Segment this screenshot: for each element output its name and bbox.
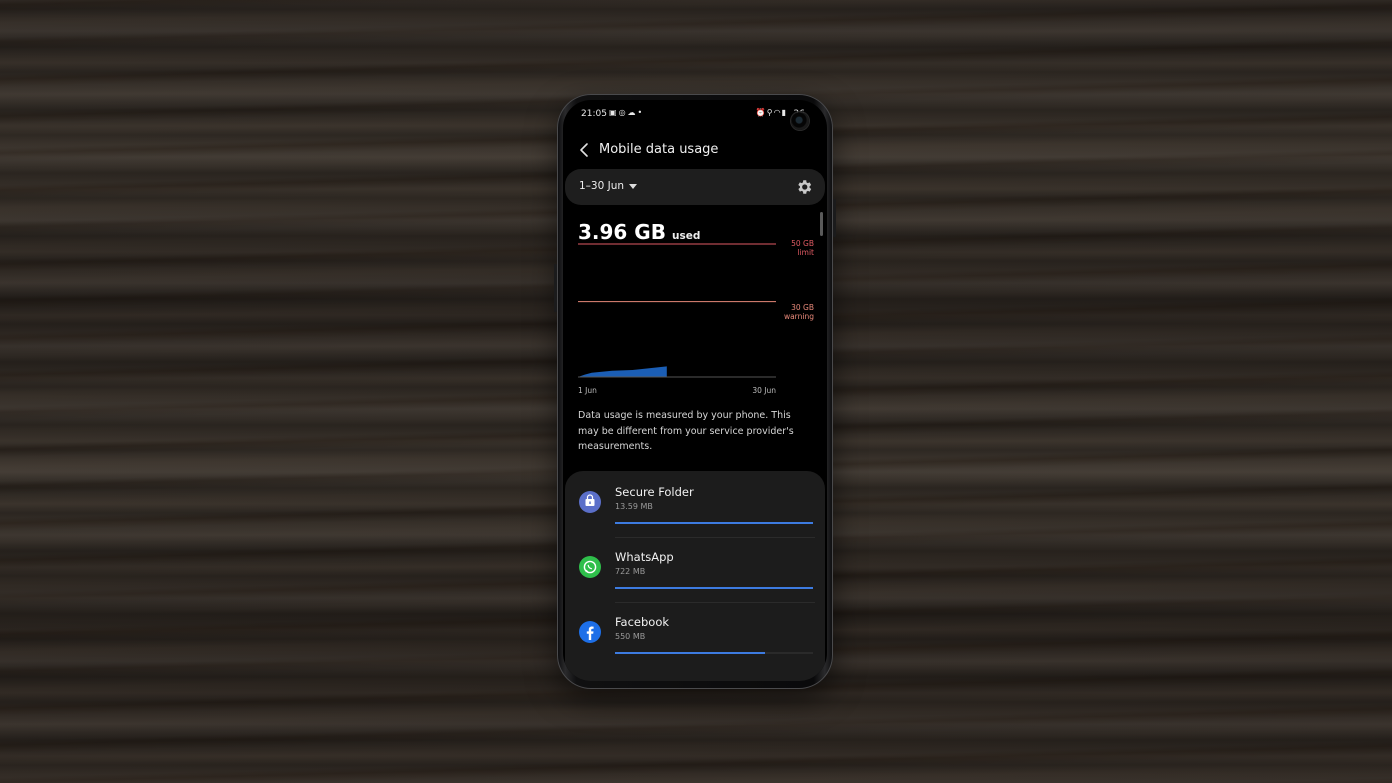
- usage-unit: used: [671, 230, 701, 242]
- dot-icon: •: [637, 108, 645, 117]
- scroll-indicator[interactable]: [820, 212, 823, 236]
- phone-device: 21:05 ▣◎☁• ⏰⚲◠▮ 26 Mobile data usage 1–3…: [554, 94, 836, 689]
- app-name: WhatsApp: [615, 550, 674, 564]
- app-row-facebook[interactable]: Facebook 550 MB: [565, 603, 825, 668]
- notification-icons: ▣◎☁•: [609, 108, 644, 117]
- usage-bar-fill: [615, 652, 766, 654]
- app-usage-list: Secure Folder 13.59 MB WhatsApp 722 MB F…: [565, 471, 825, 681]
- billing-cycle-label: 1–30 Jun: [579, 180, 625, 192]
- app-row-secure-folder[interactable]: Secure Folder 13.59 MB: [565, 473, 825, 538]
- usage-bar-track: [615, 652, 813, 654]
- system-icons: ⏰⚲◠▮: [756, 108, 787, 117]
- status-bar: 21:05 ▣◎☁• ⏰⚲◠▮ 26: [563, 100, 827, 126]
- volume-key: [554, 264, 557, 312]
- back-button[interactable]: [575, 140, 595, 160]
- limit-label-text: limit: [797, 248, 815, 257]
- app-name: Facebook: [615, 615, 670, 629]
- title-bar: Mobile data usage: [563, 136, 827, 164]
- usage-value: 3.96 GB: [578, 220, 666, 244]
- warning-label-text: warning: [783, 311, 814, 321]
- gallery-icon: ▣: [609, 108, 619, 117]
- limit-label-value: 50 GB: [791, 239, 814, 248]
- front-camera: [791, 112, 809, 130]
- phone-screen: 21:05 ▣◎☁• ⏰⚲◠▮ 26 Mobile data usage 1–3…: [563, 100, 827, 681]
- warning-label: 30 GB warning: [784, 303, 814, 321]
- warning-label-value: 30 GB: [791, 302, 814, 312]
- app-size: 722 MB: [615, 567, 646, 576]
- billing-cycle-bar: 1–30 Jun: [565, 169, 825, 205]
- usage-chart: 1 Jun 30 Jun 50 GB limit 30 GB warning: [578, 239, 818, 403]
- usage-area: [578, 366, 667, 377]
- page-title: Mobile data usage: [599, 142, 719, 157]
- facebook-icon: [579, 621, 601, 643]
- secure-folder-icon: [579, 491, 601, 513]
- usage-total: 3.96 GB used: [578, 220, 700, 244]
- measurement-note: Data usage is measured by your phone. Th…: [578, 410, 794, 452]
- location-icon: ⚲: [766, 108, 774, 117]
- usage-bar-track: [615, 522, 813, 524]
- usage-bar-fill: [615, 522, 813, 524]
- wifi-icon: ◠: [773, 108, 782, 117]
- limit-label: 50 GB limit: [791, 239, 814, 257]
- app-size: 13.59 MB: [615, 502, 653, 511]
- status-time: 21:05: [581, 109, 607, 119]
- signal-icon: ▮: [781, 108, 787, 117]
- usage-bar-fill: [615, 587, 813, 589]
- gear-icon: [798, 180, 812, 194]
- usage-bar-track: [615, 587, 813, 589]
- billing-cycle-dropdown[interactable]: 1–30 Jun: [579, 180, 638, 192]
- x-end-label: 30 Jun: [752, 386, 776, 395]
- settings-button[interactable]: [795, 178, 813, 196]
- dropdown-caret-icon: [629, 183, 638, 189]
- power-key: [833, 199, 836, 237]
- back-arrow-icon: [580, 143, 588, 157]
- whatsapp-icon: [579, 556, 601, 578]
- alarm-icon: ⏰: [755, 108, 767, 117]
- app-size: 550 MB: [615, 632, 646, 641]
- weather-icon: ☁: [627, 108, 638, 117]
- app-name: Secure Folder: [615, 485, 694, 499]
- app-row-whatsapp[interactable]: WhatsApp 722 MB: [565, 538, 825, 603]
- whatsapp-icon: ◎: [618, 108, 628, 117]
- x-start-label: 1 Jun: [578, 386, 597, 395]
- usage-chart-svg: 1 Jun 30 Jun: [578, 243, 776, 395]
